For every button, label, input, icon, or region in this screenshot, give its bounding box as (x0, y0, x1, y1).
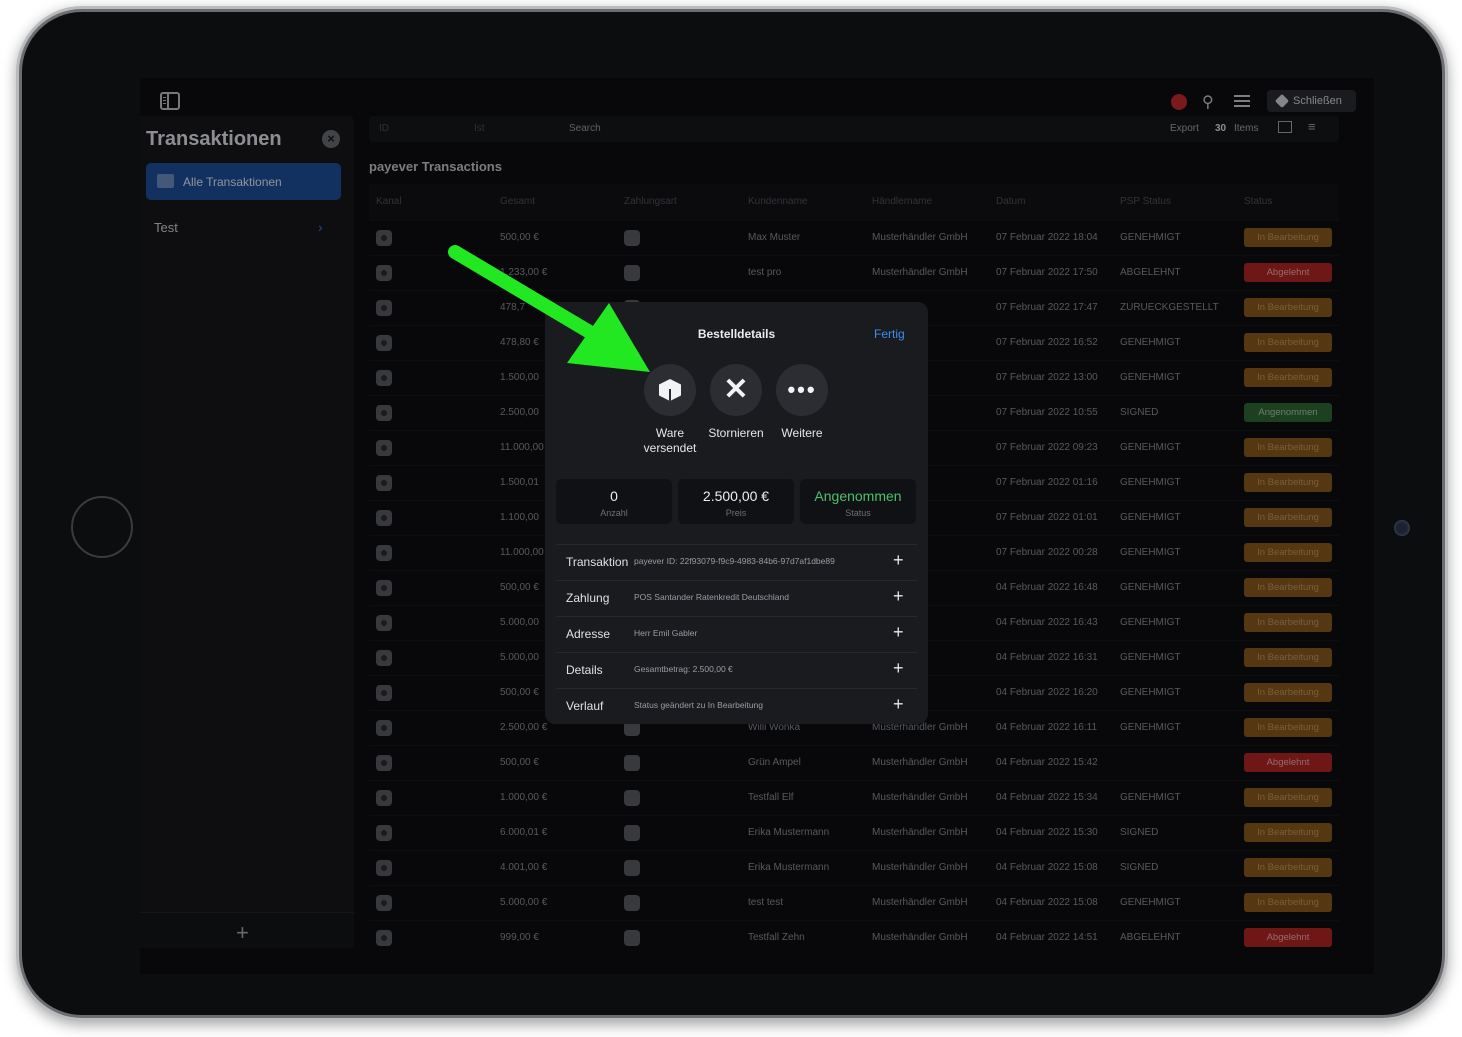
detail-key: Verlauf (566, 699, 604, 713)
done-button[interactable]: Fertig (874, 327, 905, 341)
expand-plus-icon[interactable]: + (893, 694, 904, 715)
stat-price: 2.500,00 € Preis (678, 479, 794, 524)
modal-title: Bestelldetails (697, 327, 776, 341)
more-action[interactable]: ••• Weitere (762, 364, 842, 441)
detail-row-history[interactable]: Verlauf Status geändert zu In Bearbeitun… (556, 688, 917, 724)
detail-value: Gesamtbetrag: 2.500,00 € (634, 664, 733, 674)
detail-key: Adresse (566, 627, 611, 641)
more-icon: ••• (787, 377, 817, 402)
more-button[interactable]: ••• (776, 364, 828, 416)
stat-price-label: Preis (725, 508, 747, 518)
app-screen: ⚲ Schließen Transaktionen × Alle Transak… (140, 78, 1374, 974)
stat-quantity-label: Anzahl (600, 508, 628, 518)
close-icon: ✕ (723, 373, 749, 406)
detail-key: Details (566, 663, 603, 677)
detail-value: payever ID: 22f93079-f9c9-4983-84b6-97d7… (634, 556, 835, 566)
expand-plus-icon[interactable]: + (893, 550, 904, 571)
stat-status: Angenommen Status (800, 479, 916, 524)
detail-row-transaction[interactable]: Transaktion payever ID: 22f93079-f9c9-49… (556, 544, 917, 580)
ship-goods-label-line2: versendet (643, 441, 697, 455)
ship-goods-label-line1: Ware (655, 426, 685, 440)
detail-row-details[interactable]: Details Gesamtbetrag: 2.500,00 € + (556, 652, 917, 688)
detail-row-address[interactable]: Adresse Herr Emil Gabler + (556, 616, 917, 652)
box-icon (659, 379, 681, 401)
stat-quantity-value: 0 (610, 488, 618, 504)
expand-plus-icon[interactable]: + (893, 586, 904, 607)
cancel-button[interactable]: ✕ (710, 364, 762, 416)
ship-goods-button[interactable] (644, 364, 696, 416)
detail-key: Transaktion (566, 555, 629, 569)
detail-key: Zahlung (566, 591, 610, 605)
order-details-modal: Bestelldetails Fertig Ware versendet ✕ S… (545, 302, 928, 724)
stat-status-value: Angenommen (814, 488, 902, 504)
stat-status-label: Status (845, 508, 871, 518)
detail-value: Status geändert zu In Bearbeitung (634, 700, 764, 710)
expand-plus-icon[interactable]: + (893, 622, 904, 643)
detail-value: Herr Emil Gabler (634, 628, 698, 638)
stat-quantity: 0 Anzahl (556, 479, 672, 524)
home-button[interactable] (71, 496, 133, 558)
stat-price-value: 2.500,00 € (702, 488, 770, 504)
more-label: Weitere (781, 426, 823, 440)
detail-row-payment[interactable]: Zahlung POS Santander Ratenkredit Deutsc… (556, 580, 917, 616)
expand-plus-icon[interactable]: + (893, 658, 904, 679)
detail-value: POS Santander Ratenkredit Deutschland (634, 592, 789, 602)
camera-icon (1394, 520, 1410, 536)
